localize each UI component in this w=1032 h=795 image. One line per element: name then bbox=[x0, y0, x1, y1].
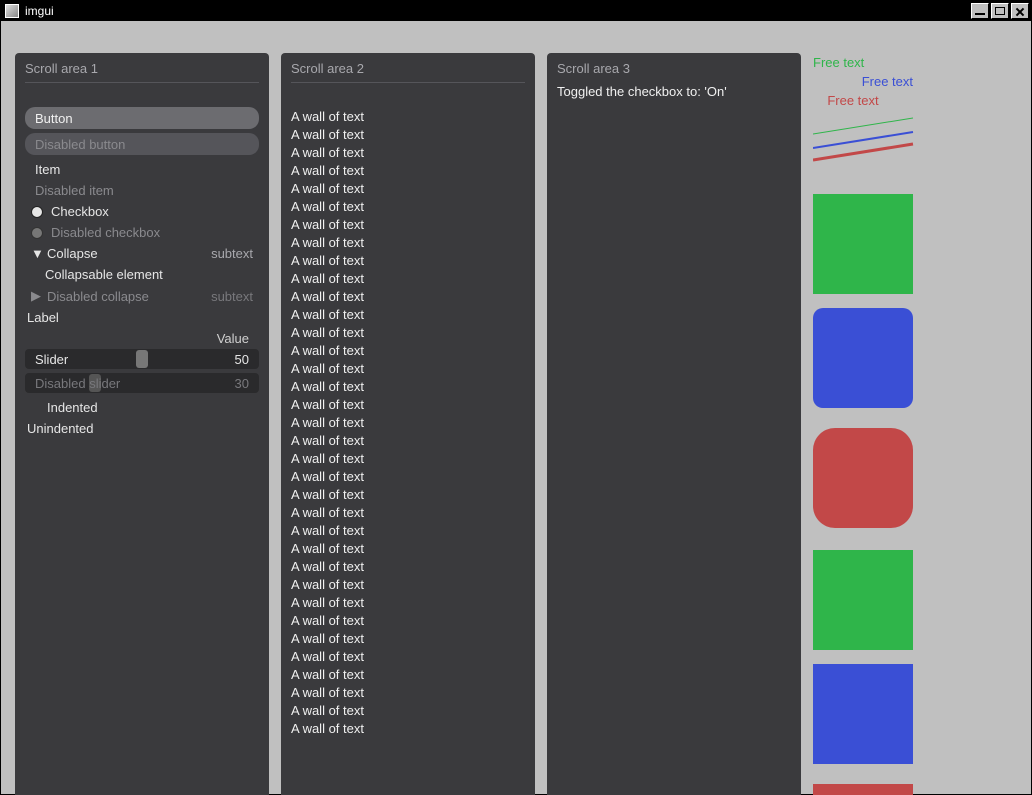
green-square bbox=[813, 194, 913, 294]
app-window: imgui Scroll area 1 Button Disabled butt… bbox=[0, 0, 1032, 795]
disabled-collapse-label: Disabled collapse bbox=[43, 289, 211, 304]
unindented-item[interactable]: Unindented bbox=[25, 418, 259, 439]
text-line: A wall of text bbox=[291, 557, 525, 575]
close-button[interactable] bbox=[1011, 3, 1029, 19]
disabled-slider-value: 30 bbox=[235, 376, 249, 391]
scroll-area-1[interactable]: Scroll area 1 Button Disabled button Ite… bbox=[15, 53, 269, 795]
text-line: A wall of text bbox=[291, 701, 525, 719]
item[interactable]: Item bbox=[25, 159, 259, 180]
text-line: A wall of text bbox=[291, 575, 525, 593]
text-line: A wall of text bbox=[291, 683, 525, 701]
text-line: A wall of text bbox=[291, 485, 525, 503]
text-line: A wall of text bbox=[291, 305, 525, 323]
indented-item[interactable]: Indented bbox=[25, 397, 259, 418]
scroll-area-3[interactable]: Scroll area 3 Toggled the checkbox to: '… bbox=[547, 53, 801, 795]
text-line: A wall of text bbox=[291, 215, 525, 233]
text-line: A wall of text bbox=[291, 629, 525, 647]
text-line: A wall of text bbox=[291, 197, 525, 215]
slider-label: Slider bbox=[35, 352, 235, 367]
disabled-checkbox-icon bbox=[31, 227, 43, 239]
collapse-header[interactable]: ▼ Collapse subtext bbox=[25, 243, 259, 264]
disabled-slider-label: Disabled slider bbox=[35, 376, 235, 391]
panel-1-title: Scroll area 1 bbox=[25, 61, 259, 76]
text-line: A wall of text bbox=[291, 413, 525, 431]
text-line: A wall of text bbox=[291, 377, 525, 395]
disabled-checkbox-row: Disabled checkbox bbox=[25, 222, 259, 243]
red-rounded-square bbox=[813, 428, 913, 528]
value-header: Value bbox=[25, 328, 259, 349]
text-line: A wall of text bbox=[291, 161, 525, 179]
slider-value: 50 bbox=[235, 352, 249, 367]
text-line: A wall of text bbox=[291, 269, 525, 287]
green-square-2 bbox=[813, 550, 913, 650]
slider[interactable]: Slider 50 bbox=[25, 349, 259, 369]
blue-square bbox=[813, 664, 913, 764]
text-line: A wall of text bbox=[291, 449, 525, 467]
disabled-collapse-subtext: subtext bbox=[211, 289, 253, 304]
panel-2-title: Scroll area 2 bbox=[291, 61, 525, 76]
red-rectangle bbox=[813, 784, 913, 795]
text-line: A wall of text bbox=[291, 719, 525, 737]
checkbox-label: Checkbox bbox=[51, 204, 109, 219]
collapse-label: Collapse bbox=[43, 246, 211, 261]
text-line: A wall of text bbox=[291, 341, 525, 359]
panel-3-title: Scroll area 3 bbox=[557, 61, 791, 76]
window-buttons bbox=[969, 3, 1029, 19]
free-text-red: Free text bbox=[813, 91, 893, 110]
label-row: Label bbox=[25, 307, 259, 328]
text-line: A wall of text bbox=[291, 233, 525, 251]
titlebar[interactable]: imgui bbox=[1, 1, 1031, 21]
text-line: A wall of text bbox=[291, 323, 525, 341]
checkbox-icon[interactable] bbox=[31, 206, 43, 218]
text-line: A wall of text bbox=[291, 521, 525, 539]
text-line: A wall of text bbox=[291, 431, 525, 449]
text-line: A wall of text bbox=[291, 539, 525, 557]
scroll-area-2[interactable]: Scroll area 2 A wall of textA wall of te… bbox=[281, 53, 535, 795]
disabled-slider: Disabled slider 30 bbox=[25, 373, 259, 393]
text-line: A wall of text bbox=[291, 107, 525, 125]
diagonal-lines bbox=[813, 114, 923, 164]
text-line: A wall of text bbox=[291, 665, 525, 683]
minimize-button[interactable] bbox=[971, 3, 989, 19]
free-text-blue: Free text bbox=[813, 72, 913, 91]
disabled-button: Disabled button bbox=[25, 133, 259, 155]
text-line: A wall of text bbox=[291, 611, 525, 629]
text-line: A wall of text bbox=[291, 503, 525, 521]
free-text-green: Free text bbox=[813, 53, 1013, 72]
status-message: Toggled the checkbox to: 'On' bbox=[557, 82, 791, 101]
disabled-checkbox-label: Disabled checkbox bbox=[51, 225, 160, 240]
text-line: A wall of text bbox=[291, 467, 525, 485]
disabled-item: Disabled item bbox=[25, 180, 259, 201]
free-area: Free text Free text Free text bbox=[813, 53, 1013, 795]
text-line: A wall of text bbox=[291, 395, 525, 413]
text-line: A wall of text bbox=[291, 647, 525, 665]
text-line: A wall of text bbox=[291, 143, 525, 161]
maximize-button[interactable] bbox=[991, 3, 1009, 19]
text-line: A wall of text bbox=[291, 251, 525, 269]
disabled-collapse-header: ▶ Disabled collapse subtext bbox=[25, 285, 259, 307]
chevron-right-icon: ▶ bbox=[31, 288, 43, 304]
text-line: A wall of text bbox=[291, 125, 525, 143]
collapse-subtext: subtext bbox=[211, 246, 253, 261]
text-line: A wall of text bbox=[291, 179, 525, 197]
text-line: A wall of text bbox=[291, 359, 525, 377]
app-icon bbox=[5, 4, 19, 18]
separator bbox=[291, 82, 525, 83]
text-line: A wall of text bbox=[291, 593, 525, 611]
text-line: A wall of text bbox=[291, 287, 525, 305]
separator bbox=[25, 82, 259, 83]
wall-of-text: A wall of textA wall of textA wall of te… bbox=[291, 107, 525, 789]
button[interactable]: Button bbox=[25, 107, 259, 129]
collapse-child[interactable]: Collapsable element bbox=[25, 264, 259, 285]
checkbox-row[interactable]: Checkbox bbox=[25, 201, 259, 222]
chevron-down-icon: ▼ bbox=[31, 246, 43, 261]
blue-rounded-square bbox=[813, 308, 913, 408]
content-area: Scroll area 1 Button Disabled button Ite… bbox=[1, 21, 1031, 794]
window-title: imgui bbox=[25, 4, 969, 18]
